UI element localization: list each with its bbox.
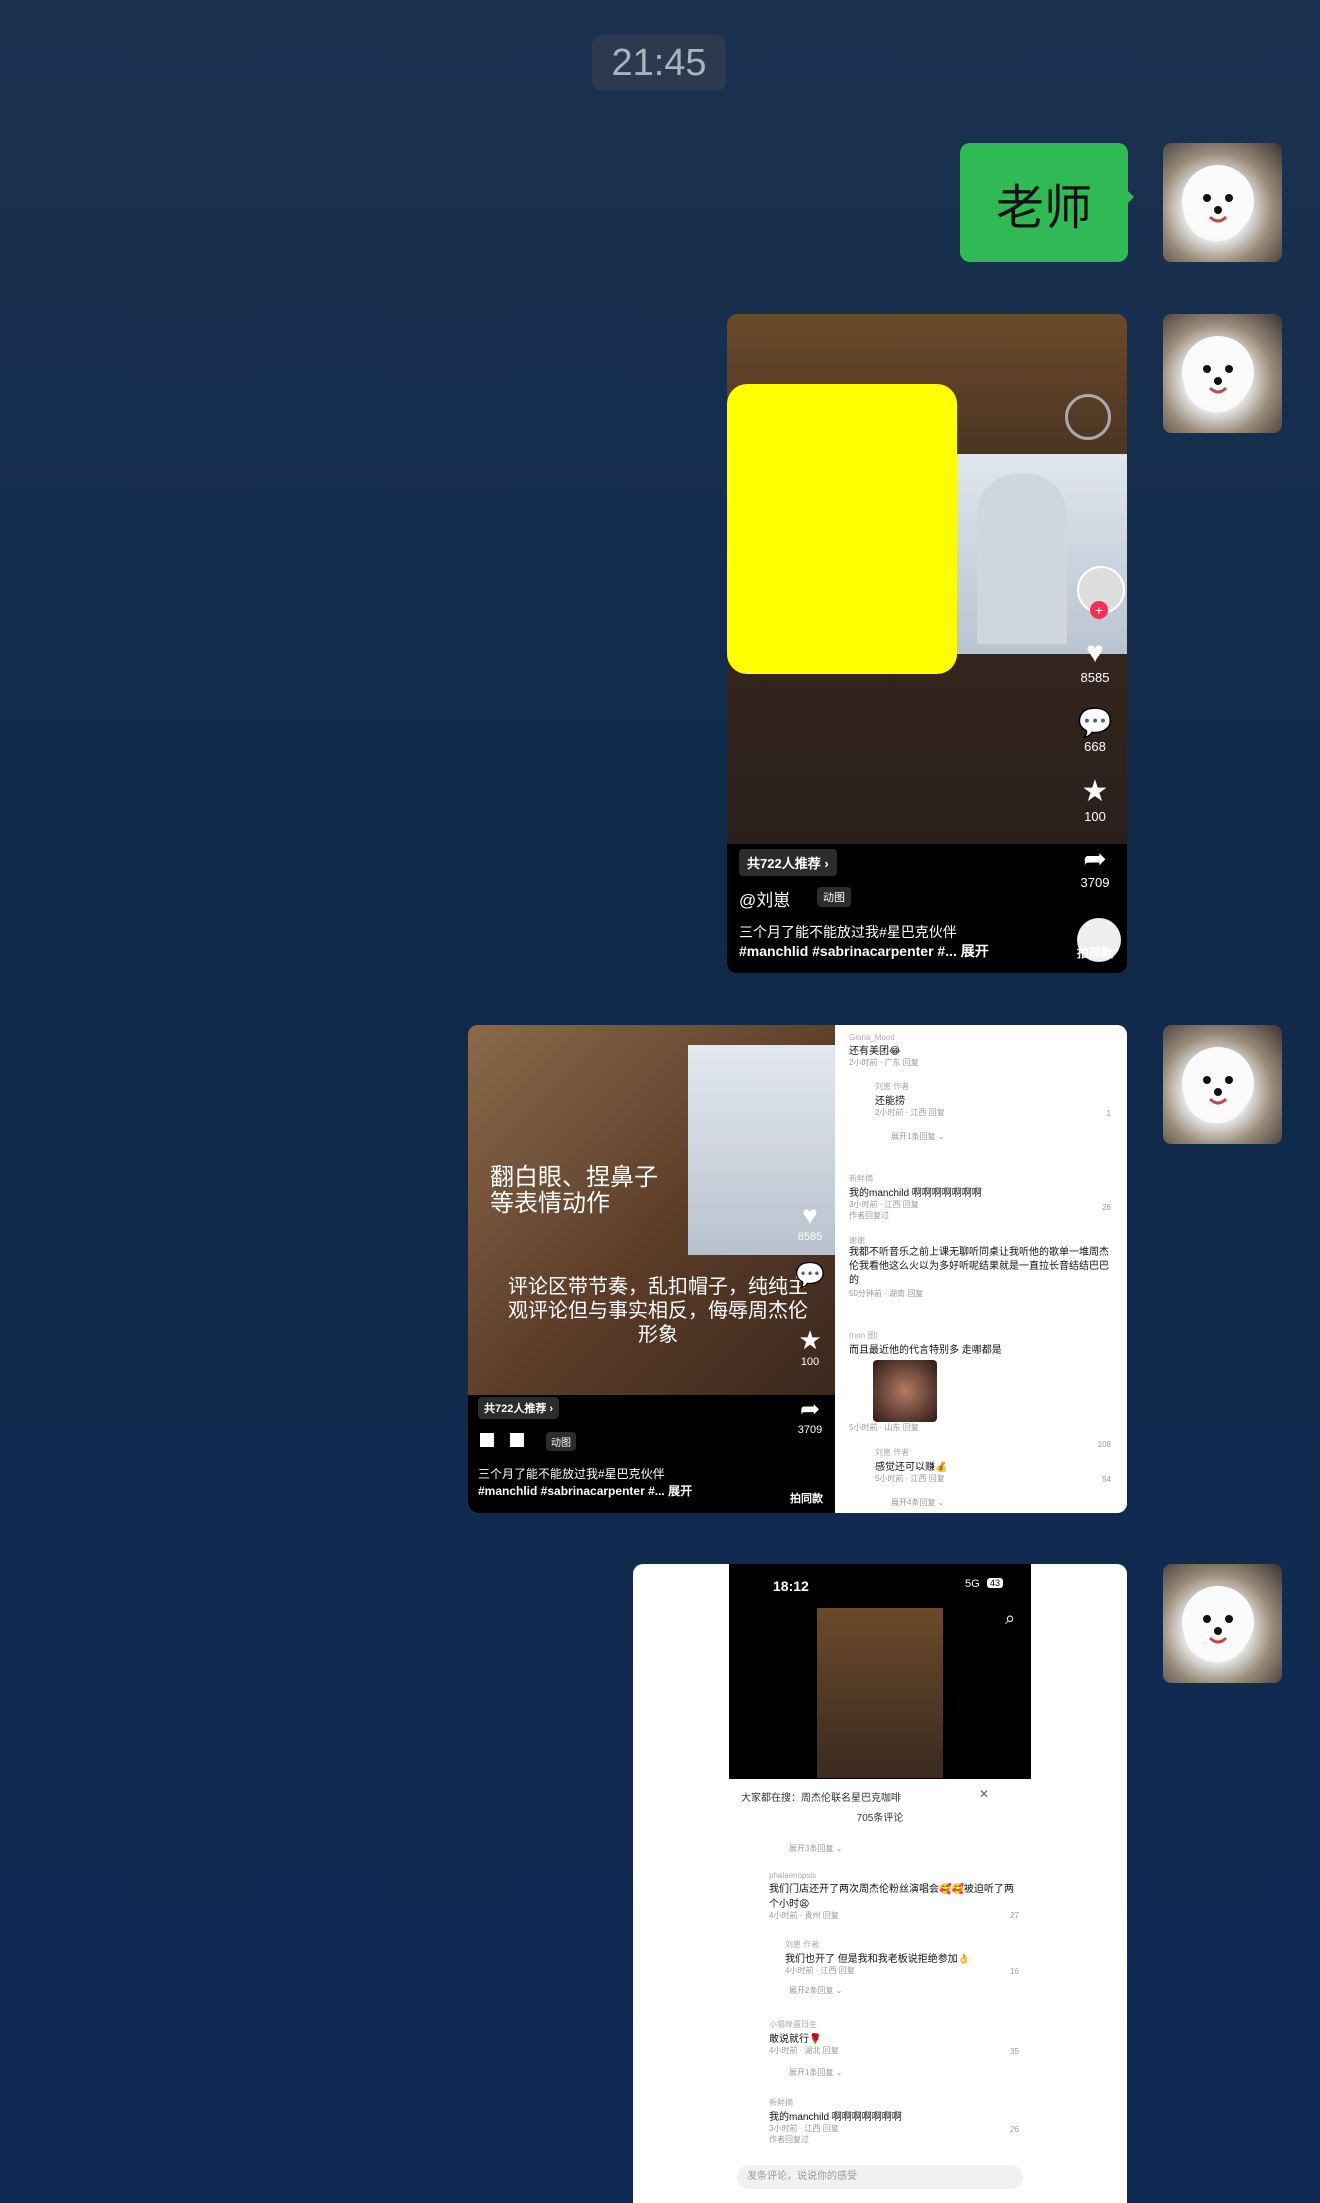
- video-frame: [727, 314, 1127, 844]
- recommend-chip[interactable]: 共722人推荐 ›: [478, 1397, 560, 1419]
- censor-block: [510, 1433, 524, 1447]
- comment-item[interactable]: phalaenopsis 我们门店还开了两次周杰伦粉丝演唱会🥰🥰被迫听了两个小时…: [769, 1871, 1019, 1921]
- battery-indicator: 43: [987, 1578, 1004, 1588]
- expand-replies[interactable]: 展开1条回复 ⌄: [789, 2067, 842, 2078]
- share-arrow-icon: ➦: [799, 1396, 821, 1423]
- censor-block: [480, 1433, 494, 1447]
- heart-icon: ♥: [1086, 636, 1104, 669]
- gif-badge: 动图: [546, 1432, 576, 1451]
- status-network: 5G: [965, 1578, 980, 1590]
- comment-count: 668: [1084, 739, 1106, 754]
- expand-replies[interactable]: 展开3条回复 ⌄: [789, 1843, 842, 1854]
- person-figure: [977, 474, 1067, 644]
- avatar[interactable]: [1163, 143, 1282, 262]
- share-button[interactable]: ➦ 3709: [790, 1395, 830, 1436]
- star-icon: ★: [1081, 775, 1109, 808]
- avatar[interactable]: [1163, 314, 1282, 433]
- search-hint[interactable]: 大家都在搜：周杰伦联名星巴克咖啡: [741, 1789, 901, 1804]
- recommend-chip[interactable]: 共722人推荐 ›: [739, 849, 837, 876]
- video-thumbnail: [817, 1608, 943, 1778]
- annotation-text-2: 评论区带节奏，乱扣帽子，纯纯主 观评论但与事实相反，侮辱周杰伦 形象: [508, 1276, 808, 1346]
- favorite-button[interactable]: ★ 100: [790, 1325, 830, 1368]
- comment-bubble-icon: 💬: [1077, 707, 1113, 738]
- comment-button[interactable]: 💬 668: [1075, 706, 1115, 754]
- phone-screenshot-card[interactable]: 18:12 5G 43 ⌕ 大家都在搜：周杰伦联名星巴克咖啡 ✕ 705条评论 …: [633, 1564, 1127, 2203]
- like-count: 8585: [1080, 670, 1110, 685]
- video-panel: 翻白眼、捏鼻子 等表情动作 评论区带节奏，乱扣帽子，纯纯主 观评论但与事实相反，…: [468, 1025, 835, 1513]
- annotated-screenshot-card[interactable]: 翻白眼、捏鼻子 等表情动作 评论区带节奏，乱扣帽子，纯纯主 观评论但与事实相反，…: [468, 1025, 1127, 1513]
- comment-item[interactable]: 谢谢 我都不听音乐之前上课无聊听同桌让我听他的歌单一堆周杰伦我看他这么火以为多好…: [849, 1235, 1111, 1299]
- message-bubble[interactable]: 老师: [960, 143, 1134, 262]
- timestamp-chip: 21:45: [592, 35, 726, 91]
- expand-replies[interactable]: 展开1条回复 ⌄: [891, 1131, 944, 1142]
- caption-line1: 三个月了能不能放过我#星巴克伙伴: [478, 1467, 665, 1481]
- expand-replies[interactable]: 展开4条回复 ⌄: [891, 1497, 944, 1508]
- gif-badge: 动图: [817, 887, 851, 907]
- comment-item[interactable]: (non 图) 而且最近他的代言特别多 走哪都是 5小时前 · 山东 回复 10…: [849, 1330, 1111, 1449]
- author-name[interactable]: @刘崽: [739, 886, 790, 911]
- share-button[interactable]: ➦ 3709: [1075, 842, 1115, 890]
- share-arrow-icon: ➦: [1083, 843, 1107, 874]
- status-time: 18:12: [773, 1578, 809, 1594]
- like-button[interactable]: ♥ 8585: [1075, 636, 1115, 685]
- favorite-count: 100: [1084, 809, 1106, 824]
- caption-line1: 三个月了能不能放过我#星巴克伙伴: [739, 924, 957, 940]
- comment-bubble-icon[interactable]: 💬: [790, 1261, 830, 1290]
- star-icon: ★: [798, 1325, 822, 1355]
- comment-input[interactable]: 发条评论，说说你的感受: [737, 2165, 1023, 2189]
- avatar[interactable]: [1163, 1564, 1282, 1683]
- shoot-same-label[interactable]: 拍同款: [1077, 944, 1113, 961]
- favorite-button[interactable]: ★ 100: [1075, 774, 1115, 824]
- phone-video-area: 18:12 5G 43 ⌕: [729, 1564, 1031, 1779]
- avatar[interactable]: [1163, 1025, 1282, 1144]
- phone-comment-panel: 大家都在搜：周杰伦联名星巴克咖啡 ✕ 705条评论 展开3条回复 ⌄ phala…: [729, 1779, 1031, 2203]
- shoot-same-label[interactable]: 拍同款: [790, 1490, 823, 1506]
- caption-line2[interactable]: #manchlid #sabrinacarpenter #... 展开: [739, 941, 989, 961]
- comment-reply[interactable]: 刘崽 作者 感觉还可以赚💰 5小时前 · 江西 回复 54: [875, 1447, 1111, 1484]
- expand-replies[interactable]: 展开2条回复 ⌄: [789, 1985, 842, 1996]
- record-icon: [1065, 394, 1111, 440]
- comment-item[interactable]: Gloria_Mood 还有美团😂 2小时前 · 广东 回复: [849, 1033, 1111, 1068]
- video-screenshot-card[interactable]: + ♥ 8585 💬 668 ★ 100 ➦ 3709 共722人推荐 › @刘…: [727, 314, 1127, 973]
- search-icon[interactable]: ⌕: [1005, 1608, 1015, 1629]
- comment-count-title: 705条评论: [856, 1813, 904, 1824]
- comment-item[interactable]: 新鲜摘 我的manchild 啊啊啊啊啊啊啊 3小时前 · 江西 回复 作者回复…: [769, 2097, 1019, 2145]
- comment-reply[interactable]: 刘崽 作者 还能捞 2小时前 · 江西 回复 1: [875, 1081, 1111, 1118]
- caption-line2[interactable]: #manchlid #sabrinacarpenter #... 展开: [478, 1482, 692, 1499]
- annotation-text-1: 翻白眼、捏鼻子 等表情动作: [490, 1164, 658, 1217]
- comment-image[interactable]: [873, 1360, 937, 1422]
- comment-item[interactable]: 新鲜摘 我的manchild 啊啊啊啊啊啊啊 3小时前 · 江西 回复 作者回复…: [849, 1173, 1111, 1221]
- share-count: 3709: [1080, 875, 1110, 890]
- comment-item[interactable]: 小猫咪蛋日生 敢说就行🌹 4小时前 · 湖北 回复 35: [769, 2019, 1019, 2056]
- close-icon[interactable]: ✕: [979, 1787, 989, 1801]
- comment-reply[interactable]: 刘崽 作者 我们也开了 但是我和我老板说拒绝参加👌 4小时前 · 江西 回复 1…: [785, 1939, 1019, 1976]
- yellow-scribble: [727, 384, 957, 674]
- heart-icon: ♥: [802, 1200, 818, 1230]
- like-button[interactable]: ♥ 8585: [790, 1200, 830, 1243]
- comment-panel: Gloria_Mood 还有美团😂 2小时前 · 广东 回复 刘崽 作者 还能捞…: [835, 1025, 1127, 1513]
- follow-plus-icon[interactable]: +: [1090, 601, 1108, 619]
